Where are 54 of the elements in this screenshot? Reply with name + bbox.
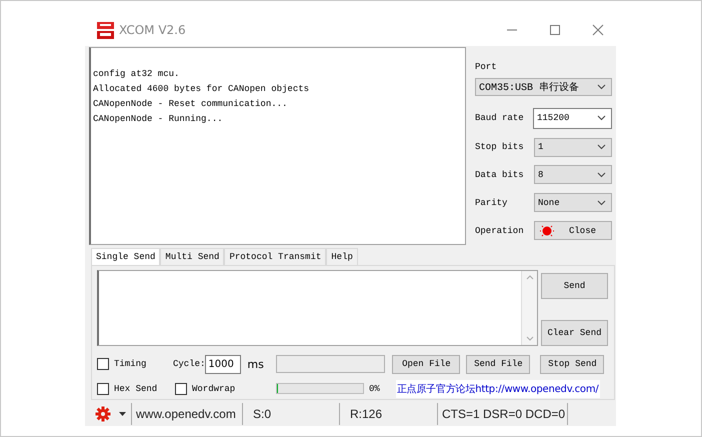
file-button[interactable]: Stop Send (540, 354, 604, 374)
operation-label: Operation (475, 226, 524, 236)
send-text-area[interactable] (97, 270, 538, 346)
tab[interactable]: Help (326, 248, 358, 265)
unit-label: ms (247, 358, 265, 371)
chevron-down-icon (597, 84, 606, 90)
field-label: Data bits (475, 170, 524, 180)
baud-combo-box[interactable]: 115200 (533, 108, 612, 129)
field-label: Stop bits (475, 142, 524, 152)
chevron-down-icon (597, 200, 606, 206)
file-button[interactable]: Open File (392, 354, 460, 374)
checkbox[interactable] (97, 358, 109, 370)
file-path-field[interactable] (276, 355, 386, 374)
receive-line: config at32 mcu. (93, 68, 180, 81)
field-label: Baud rate (475, 113, 524, 124)
website-text: www.openedv.com (131, 402, 243, 425)
caret-icon[interactable] (119, 412, 126, 416)
window-title: XCOM V2.6 (119, 23, 187, 38)
received-count: R:126 (340, 402, 438, 425)
cycle-input[interactable]: 1000 (205, 354, 242, 374)
settings-icon[interactable] (95, 406, 111, 422)
chevron-down-icon (597, 115, 606, 122)
dropdown-select[interactable]: None (534, 193, 612, 212)
progress-reading: 0% (369, 384, 380, 394)
dropdown-select[interactable]: 1 (534, 138, 612, 157)
field-label: Parity (475, 198, 508, 208)
cycle-label: Cycle: (173, 359, 206, 370)
tab[interactable]: Multi Send (160, 248, 224, 265)
receive-line: CANopenNode - Running... (93, 112, 224, 126)
receive-line: Allocated 4600 bytes for CANopen objects (93, 82, 310, 96)
signal-status: CTS=1 DSR=0 DCD=0 (438, 402, 568, 425)
logo-icon (97, 22, 114, 39)
forum-link[interactable]: 正点原子官方论坛http://www.openedv.com/ (396, 380, 600, 398)
checkbox-label: Hex Send (114, 384, 158, 394)
send-button[interactable]: Clear Send (541, 320, 608, 346)
receive-area[interactable]: config at32 mcu. Allocated 4600 bytes for CANopen objects CANopenNode - Reset communication... CANopenNode - Running... (89, 46, 466, 245)
send-button[interactable]: Send (541, 272, 608, 299)
receive-line: CANopenNode - Reset communication... (93, 98, 288, 111)
checkbox-label: Wordwrap (192, 384, 236, 394)
close-port-button[interactable]: Close (534, 221, 612, 240)
chevron-down-icon (597, 172, 606, 178)
checkbox-label: Timing (114, 359, 146, 370)
tab[interactable]: Single Send (91, 248, 160, 265)
file-button[interactable]: Send File (466, 354, 530, 374)
sent-count: S:0 (243, 402, 340, 425)
port-label: Port (475, 62, 497, 72)
close-icon[interactable] (592, 24, 604, 36)
dropdown-select[interactable]: 8 (534, 165, 612, 184)
checkbox[interactable] (97, 382, 109, 395)
tab[interactable]: Protocol Transmit (224, 248, 326, 265)
port-select[interactable]: COM35:USB 串行设备 (475, 78, 612, 96)
chevron-down-icon (597, 144, 606, 150)
maximize-icon[interactable] (549, 24, 561, 36)
checkbox[interactable] (175, 382, 187, 395)
